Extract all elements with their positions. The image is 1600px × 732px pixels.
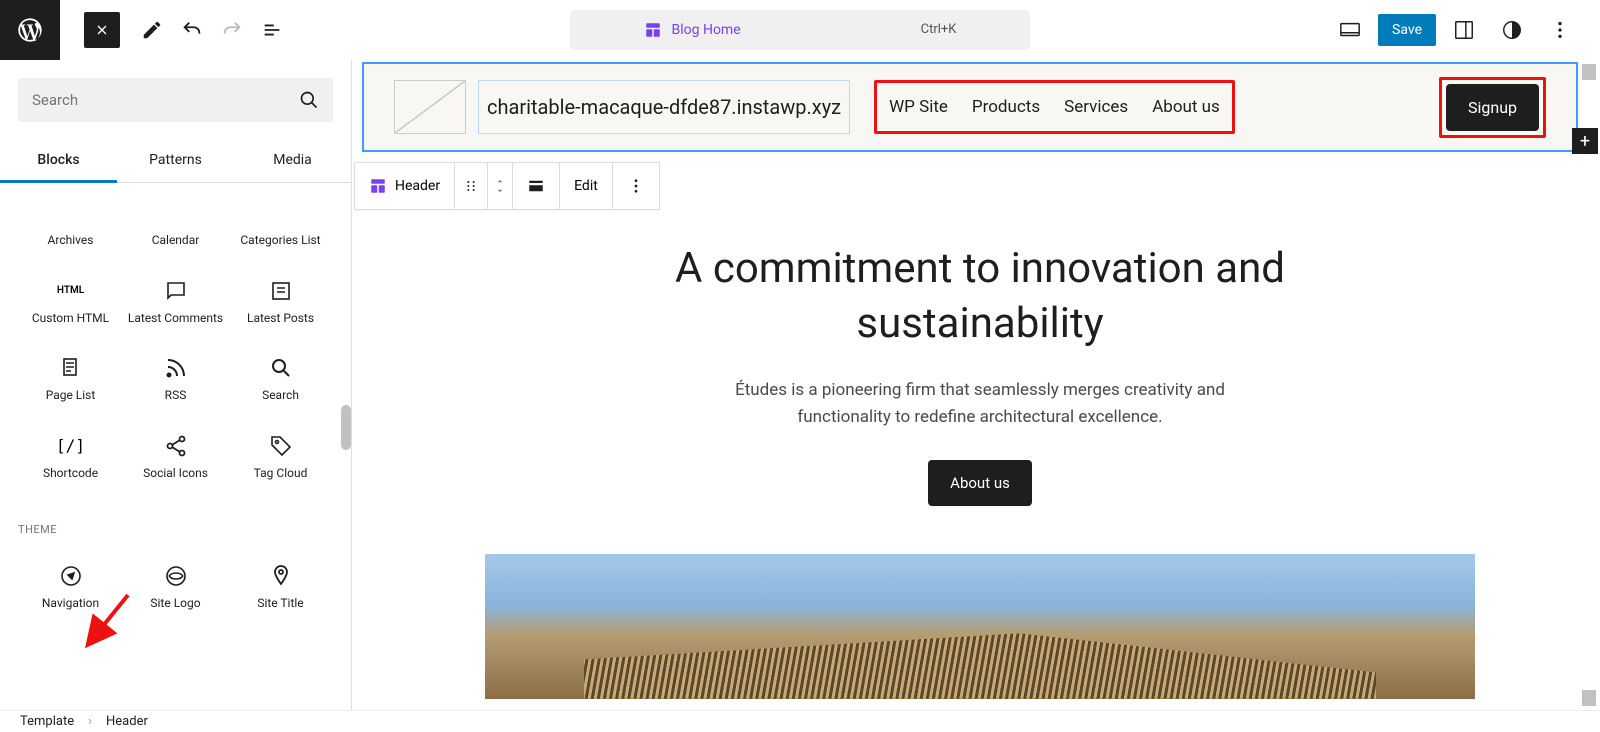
tab-patterns[interactable]: Patterns	[117, 140, 234, 183]
document-outline-icon[interactable]	[252, 10, 292, 50]
rss-icon	[164, 356, 188, 380]
nav-link[interactable]: WP Site	[889, 97, 948, 117]
block-navigation[interactable]: Navigation	[18, 546, 123, 624]
pin-icon	[269, 564, 293, 588]
block-calendar[interactable]: Calendar	[123, 183, 228, 261]
chevron-right-icon: ›	[88, 714, 92, 729]
styles-icon[interactable]	[1492, 10, 1532, 50]
breadcrumb-root[interactable]: Template	[20, 714, 74, 729]
block-inserter-sidebar: Blocks Patterns Media Archives Calendar …	[0, 60, 352, 710]
breadcrumb: Template › Header	[0, 710, 1600, 732]
view-desktop-icon[interactable]	[1330, 10, 1370, 50]
drag-icon	[463, 178, 479, 194]
editor-canvas[interactable]: charitable-macaque-dfde87.instawp.xyz WP…	[352, 60, 1600, 710]
comment-icon	[164, 279, 188, 303]
hero-cta-button[interactable]: About us	[928, 460, 1032, 506]
toolbar-block-type[interactable]: Header	[355, 163, 455, 209]
document-title: Blog Home	[672, 22, 741, 38]
redo-icon[interactable]	[212, 10, 252, 50]
block-archives[interactable]: Archives	[18, 183, 123, 261]
nav-link[interactable]: Services	[1064, 97, 1128, 117]
save-button[interactable]: Save	[1378, 14, 1436, 46]
block-search[interactable]	[18, 78, 333, 122]
tab-media[interactable]: Media	[234, 140, 351, 183]
toolbar-move[interactable]	[488, 163, 513, 209]
block-custom-html[interactable]: HTMLCustom HTML	[18, 261, 123, 339]
block-categories-list[interactable]: Categories List	[228, 183, 333, 261]
block-search[interactable]: Search	[228, 338, 333, 416]
toolbar-drag-handle[interactable]	[455, 163, 488, 209]
undo-icon[interactable]	[172, 10, 212, 50]
align-icon	[527, 177, 545, 195]
command-center[interactable]: Blog Home Ctrl+K	[570, 10, 1030, 50]
layout-icon	[369, 177, 387, 195]
close-button[interactable]	[84, 12, 120, 48]
site-logo-placeholder[interactable]	[394, 80, 466, 134]
breadcrumb-current[interactable]: Header	[106, 714, 148, 729]
site-title-text[interactable]: charitable-macaque-dfde87.instawp.xyz	[478, 80, 850, 134]
site-header-block[interactable]: charitable-macaque-dfde87.instawp.xyz WP…	[362, 62, 1578, 152]
block-page-list[interactable]: Page List	[18, 338, 123, 416]
block-social-icons[interactable]: Social Icons	[123, 416, 228, 494]
hero-section[interactable]: A commitment to innovation and sustainab…	[360, 152, 1600, 699]
tab-blocks[interactable]: Blocks	[0, 140, 117, 183]
compass-icon	[59, 564, 83, 588]
site-navigation[interactable]: WP Site Products Services About us	[874, 80, 1235, 134]
more-icon	[627, 177, 645, 195]
nav-link[interactable]: Products	[972, 97, 1040, 117]
shortcut-hint: Ctrl+K	[921, 22, 957, 37]
signup-button[interactable]: Signup	[1446, 84, 1539, 131]
search-icon	[269, 356, 293, 380]
toolbar-more[interactable]	[613, 163, 659, 209]
block-latest-posts[interactable]: Latest Posts	[228, 261, 333, 339]
wordpress-logo[interactable]	[0, 0, 60, 60]
block-rss[interactable]: RSS	[123, 338, 228, 416]
hero-heading[interactable]: A commitment to innovation and sustainab…	[360, 242, 1600, 351]
block-site-title[interactable]: Site Title	[228, 546, 333, 624]
hero-subtext[interactable]: Études is a pioneering firm that seamles…	[360, 377, 1600, 431]
search-input[interactable]	[32, 91, 299, 109]
nav-link[interactable]: About us	[1152, 97, 1220, 117]
settings-panel-icon[interactable]	[1444, 10, 1484, 50]
chevron-up-icon	[494, 176, 506, 186]
sidebar-scrollbar[interactable]	[341, 405, 351, 450]
posts-icon	[269, 279, 293, 303]
search-icon	[299, 90, 319, 110]
share-icon	[164, 434, 188, 458]
pages-icon	[59, 356, 83, 380]
block-tag-cloud[interactable]: Tag Cloud	[228, 416, 333, 494]
tag-icon	[269, 434, 293, 458]
theme-section-label: THEME	[18, 493, 333, 546]
chevron-down-icon	[494, 186, 506, 196]
edit-tools-icon[interactable]	[132, 10, 172, 50]
more-options-icon[interactable]	[1540, 10, 1580, 50]
block-shortcode[interactable]: [/]Shortcode	[18, 416, 123, 494]
toolbar-edit[interactable]: Edit	[560, 163, 613, 209]
block-toolbar: Header Edit	[354, 162, 660, 210]
block-latest-comments[interactable]: Latest Comments	[123, 261, 228, 339]
block-site-logo[interactable]: Site Logo	[123, 546, 228, 624]
toolbar-align[interactable]	[513, 163, 560, 209]
canvas-scroll-up[interactable]	[1582, 64, 1596, 80]
canvas-scroll-down[interactable]	[1582, 690, 1596, 706]
hero-image[interactable]	[485, 554, 1475, 699]
add-block-button[interactable]: +	[1572, 128, 1598, 154]
site-logo-icon	[164, 564, 188, 588]
